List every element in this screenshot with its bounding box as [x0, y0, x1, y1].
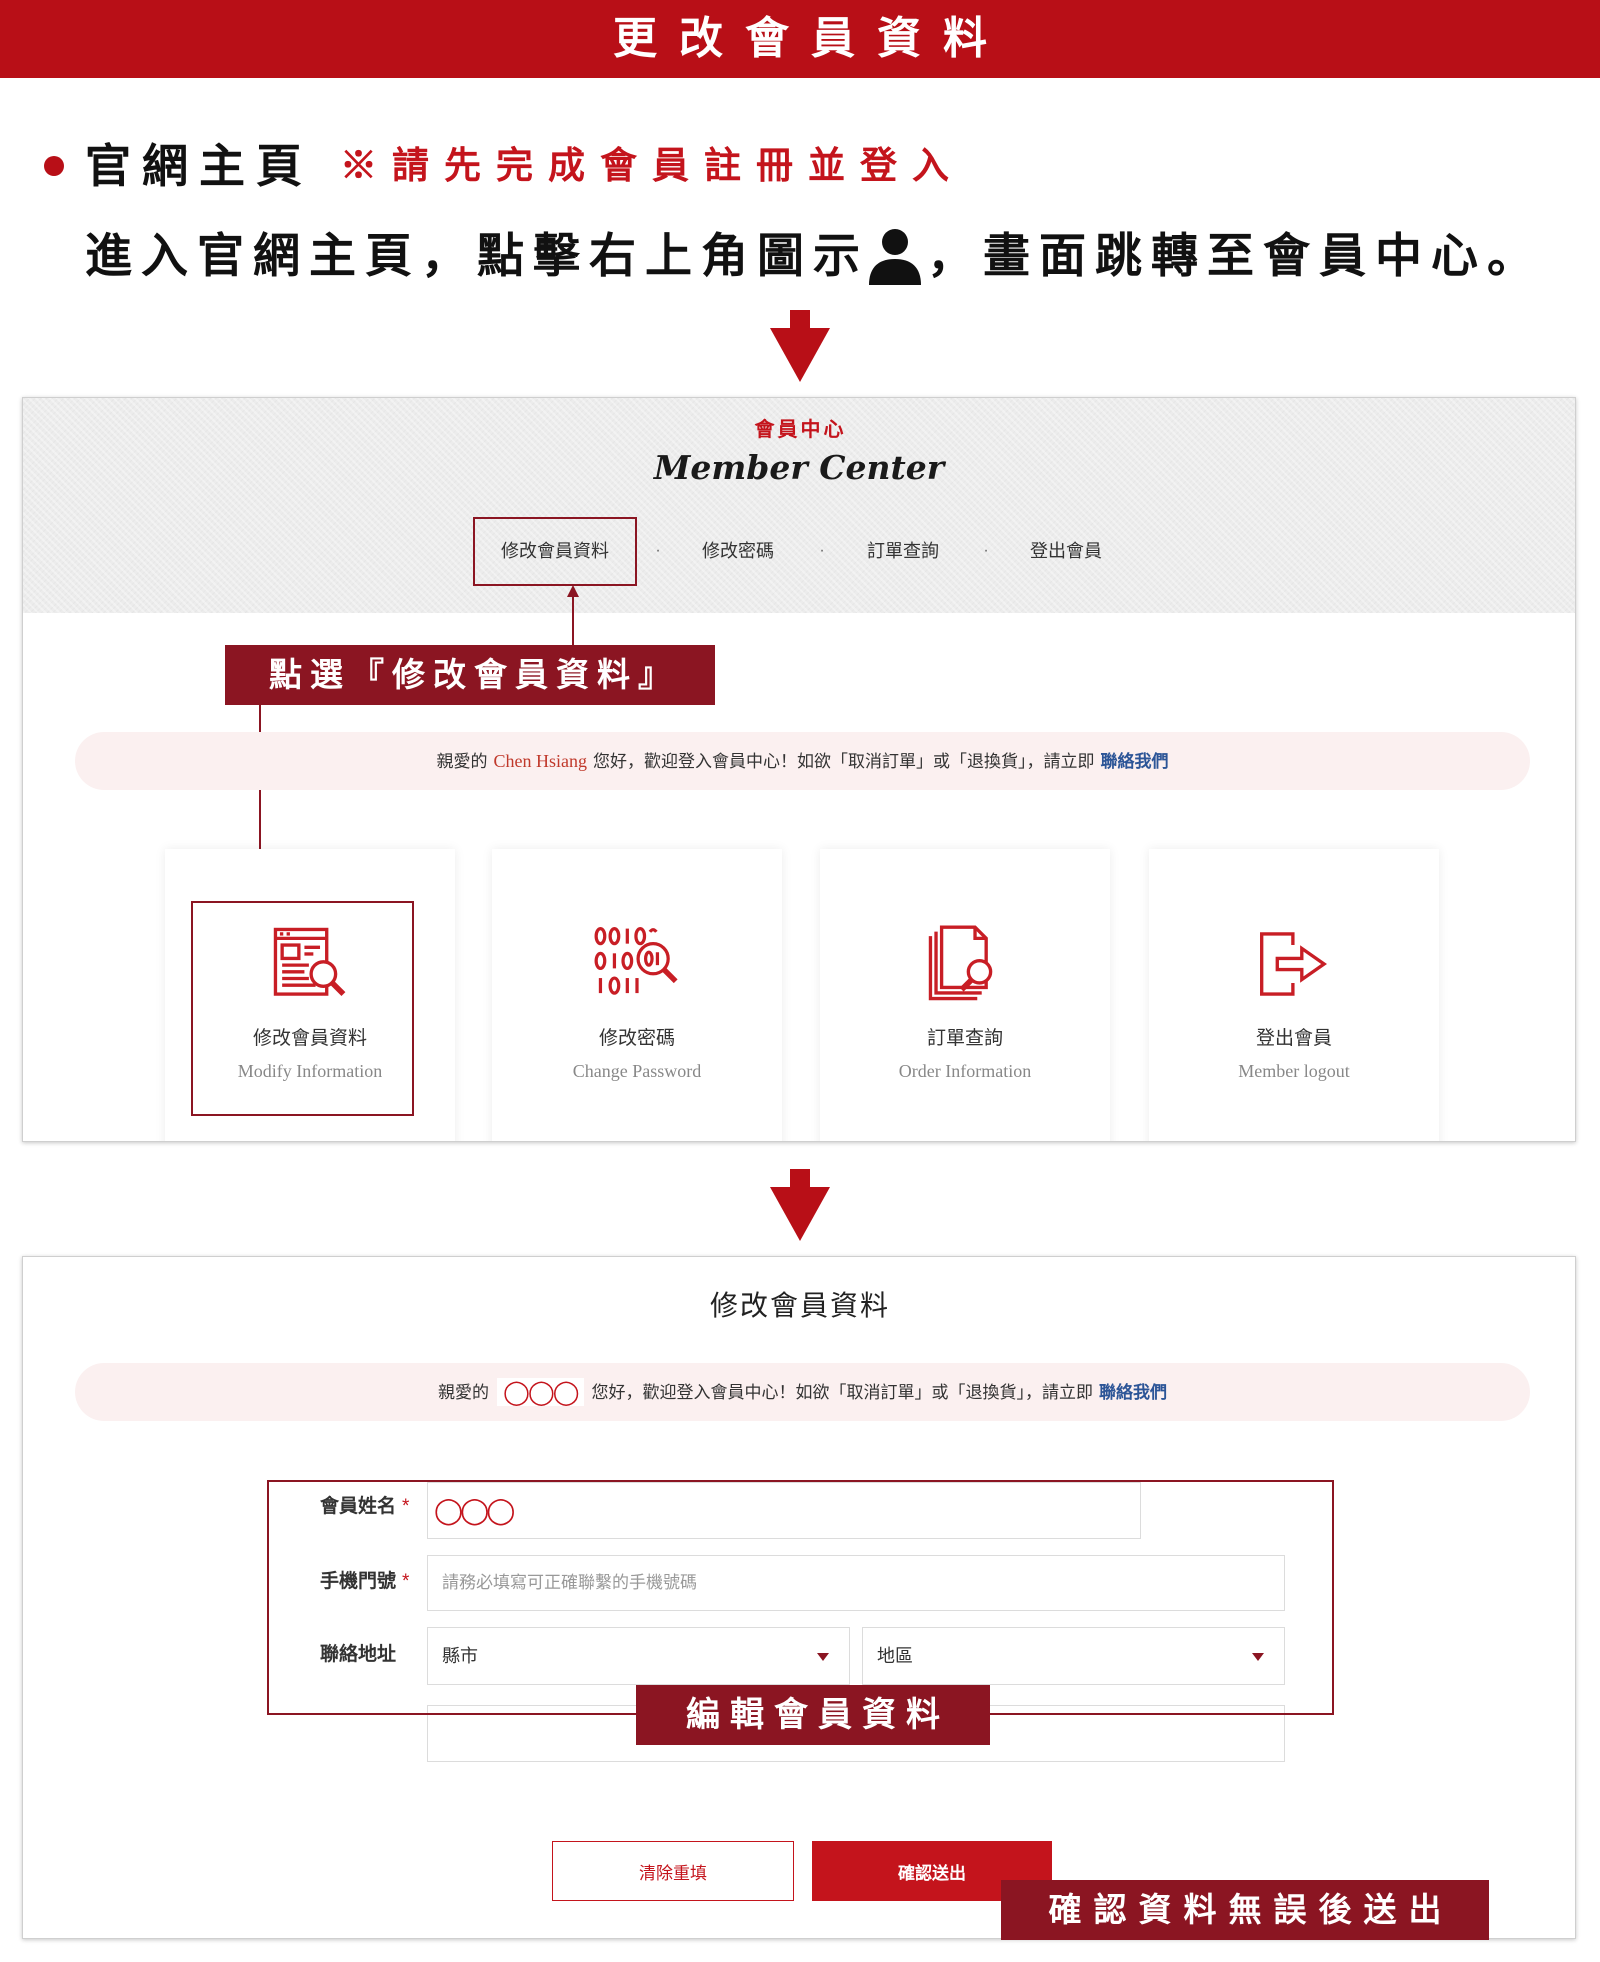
member-name-input[interactable]: [427, 1482, 1141, 1539]
welcome-banner: 親愛的 ◯◯◯ 您好，歡迎登入會員中心！如欲「取消訂單」或「退換貨」，請立即 聯絡我們: [75, 1363, 1530, 1421]
card-label-en: Order Information: [898, 1061, 1032, 1081]
banner-title: 更改會員資料: [613, 14, 1009, 63]
highlight-box: [473, 517, 637, 586]
mobile-label: 手機門號 *: [320, 1567, 430, 1597]
nav-separator: ·: [655, 542, 661, 559]
card-modify-info[interactable]: 修改會員資料 Modify Information: [165, 849, 455, 1141]
reset-button[interactable]: 清除重填: [552, 1841, 794, 1901]
tab-order-query[interactable]: 訂單查詢: [828, 536, 978, 566]
mobile-label-text: 手機門號: [320, 1571, 397, 1592]
bullet-dot: [44, 156, 64, 176]
page-title: 修改會員資料: [709, 1290, 890, 1321]
contact-us-link[interactable]: 聯絡我們: [1101, 752, 1169, 771]
tab-logout[interactable]: 登出會員: [991, 536, 1141, 566]
intro-instruction-after: ，畫面跳轉至會員中心。: [927, 229, 1543, 282]
welcome-message: 您好，歡迎登入會員中心！如欲「取消訂單」或「退換貨」，請立即: [593, 752, 1095, 771]
edit-form-screenshot: 修改會員資料 親愛的 ◯◯◯ 您好，歡迎登入會員中心！如欲「取消訂單」或「退換貨」，…: [22, 1256, 1576, 1940]
address-label: 聯絡地址: [320, 1640, 430, 1670]
member-center-subtitle: 會員中心: [754, 419, 847, 441]
intro-note: ※請先完成會員註冊並登入: [340, 145, 964, 186]
title-banner: 更改會員資料: [0, 0, 1600, 78]
callout-edit-info: 編輯會員資料: [636, 1685, 990, 1745]
binary-search-icon: [594, 925, 680, 1003]
documents-search-icon: [926, 925, 1004, 1003]
card-label-en: Change Password: [572, 1061, 702, 1081]
intro-instruction-before: 進入官網主頁，點擊右上角圖示: [85, 229, 869, 282]
intro-instruction: 進入官網主頁，點擊右上角圖示 ，畫面跳轉至會員中心。: [85, 226, 1543, 286]
down-arrow-icon: [770, 310, 830, 382]
member-center-screenshot: 會員中心 Member Center 修改會員資料 · 修改密碼 · 訂單查詢 …: [22, 397, 1576, 1142]
chevron-down-icon: [1252, 1653, 1264, 1661]
member-name-label: 會員姓名 *: [320, 1492, 430, 1522]
required-mark: *: [402, 1571, 410, 1592]
callout-confirm-submit: 確認資料無誤後送出: [1001, 1880, 1489, 1940]
nav-separator: ·: [819, 542, 825, 559]
card-label: 修改會員資料: [252, 1028, 367, 1049]
member-center-title: Member Center: [653, 448, 945, 487]
document-search-icon: [271, 925, 349, 1003]
required-mark: *: [402, 1496, 410, 1517]
address-label-text: 聯絡地址: [320, 1644, 397, 1665]
tab-change-password[interactable]: 修改密碼: [663, 536, 813, 566]
card-label: 訂單查詢: [926, 1028, 1003, 1049]
city-select[interactable]: 縣市: [427, 1627, 850, 1685]
up-arrow-icon: [563, 585, 583, 647]
callout-select-modify: 點選『修改會員資料』: [225, 645, 715, 705]
member-name-label-text: 會員姓名: [320, 1496, 397, 1517]
card-label: 修改密碼: [598, 1028, 675, 1049]
card-change-password[interactable]: 修改密碼 Change Password: [492, 849, 782, 1141]
welcome-prefix: 親愛的: [437, 1383, 489, 1402]
card-logout[interactable]: 登出會員 Member logout: [1149, 849, 1439, 1141]
district-select[interactable]: 地區: [862, 1627, 1285, 1685]
card-order-query[interactable]: 訂單查詢 Order Information: [820, 849, 1110, 1141]
city-select-value: 縣市: [442, 1646, 478, 1666]
welcome-banner: 親愛的 Chen Hsiang 您好，歡迎登入會員中心！如欲「取消訂單」或「退換貨」…: [75, 732, 1530, 790]
logout-icon: [1255, 925, 1333, 1003]
welcome-message: 您好，歡迎登入會員中心！如欲「取消訂單」或「退換貨」，請立即: [591, 1383, 1094, 1402]
user-icon: [865, 227, 925, 285]
welcome-name: ◯◯◯: [496, 1378, 584, 1406]
intro-heading: 官網主頁: [85, 140, 313, 192]
card-label: 登出會員: [1255, 1028, 1332, 1049]
chevron-down-icon: [817, 1653, 829, 1661]
contact-us-link[interactable]: 聯絡我們: [1099, 1383, 1167, 1402]
card-label-en: Modify Information: [237, 1061, 383, 1081]
down-arrow-icon: [770, 1169, 830, 1241]
nav-separator: ·: [983, 542, 989, 559]
welcome-name: Chen Hsiang: [493, 751, 588, 771]
mobile-input[interactable]: [427, 1555, 1285, 1611]
card-label-en: Member logout: [1238, 1061, 1350, 1081]
district-select-value: 地區: [877, 1646, 913, 1666]
welcome-prefix: 親愛的: [436, 752, 488, 771]
